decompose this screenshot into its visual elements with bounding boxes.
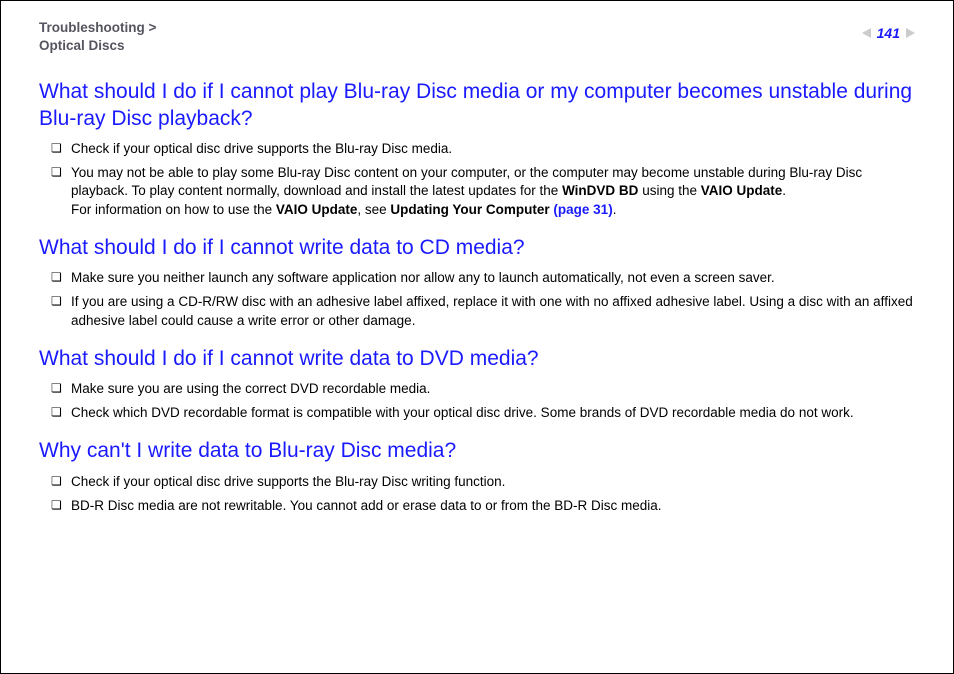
bullet-list: Make sure you are using the correct DVD … xyxy=(39,380,915,422)
breadcrumb-line2: Optical Discs xyxy=(39,38,125,53)
body-text: using the xyxy=(638,183,700,198)
prev-page-icon[interactable] xyxy=(862,28,871,38)
body-text: Check which DVD recordable format is com… xyxy=(71,405,854,420)
body-text: If you are using a CD-R/RW disc with an … xyxy=(71,294,913,327)
list-item: Make sure you are using the correct DVD … xyxy=(51,380,915,398)
breadcrumb-line1: Troubleshooting > xyxy=(39,20,156,35)
bold-text: VAIO Update xyxy=(701,183,783,198)
bold-text: VAIO Update xyxy=(276,202,358,217)
section-heading: What should I do if I cannot play Blu-ra… xyxy=(39,79,915,132)
list-item: If you are using a CD-R/RW disc with an … xyxy=(51,293,915,329)
list-item: BD-R Disc media are not rewritable. You … xyxy=(51,497,915,515)
body-text: . xyxy=(782,183,786,198)
body-text: , see xyxy=(357,202,390,217)
breadcrumb: Troubleshooting > Optical Discs xyxy=(39,19,156,55)
section-heading: Why can't I write data to Blu-ray Disc m… xyxy=(39,438,915,464)
section-heading: What should I do if I cannot write data … xyxy=(39,346,915,372)
bullet-list: Make sure you neither launch any softwar… xyxy=(39,269,915,330)
body-text: Check if your optical disc drive support… xyxy=(71,474,505,489)
page-number-nav: 141 xyxy=(862,25,915,41)
body-text: Check if your optical disc drive support… xyxy=(71,141,452,156)
body-text: BD-R Disc media are not rewritable. You … xyxy=(71,498,662,513)
list-item: Check if your optical disc drive support… xyxy=(51,473,915,491)
page-number: 141 xyxy=(877,25,900,41)
body-text: . xyxy=(613,202,617,217)
section-heading: What should I do if I cannot write data … xyxy=(39,235,915,261)
bold-text: WinDVD BD xyxy=(562,183,638,198)
list-item: Make sure you neither launch any softwar… xyxy=(51,269,915,287)
document-page: Troubleshooting > Optical Discs 141 What… xyxy=(0,0,954,674)
next-page-icon[interactable] xyxy=(906,28,915,38)
bullet-list: Check if your optical disc drive support… xyxy=(39,473,915,515)
body-text: Make sure you are using the correct DVD … xyxy=(71,381,430,396)
list-item: You may not be able to play some Blu-ray… xyxy=(51,164,915,219)
bold-text: Updating Your Computer xyxy=(390,202,553,217)
list-item: Check which DVD recordable format is com… xyxy=(51,404,915,422)
bullet-list: Check if your optical disc drive support… xyxy=(39,140,915,219)
page-link[interactable]: (page 31) xyxy=(553,202,612,217)
body-text: Make sure you neither launch any softwar… xyxy=(71,270,775,285)
page-header: Troubleshooting > Optical Discs 141 xyxy=(39,19,915,55)
list-item: Check if your optical disc drive support… xyxy=(51,140,915,158)
body-text: For information on how to use the xyxy=(71,202,276,217)
